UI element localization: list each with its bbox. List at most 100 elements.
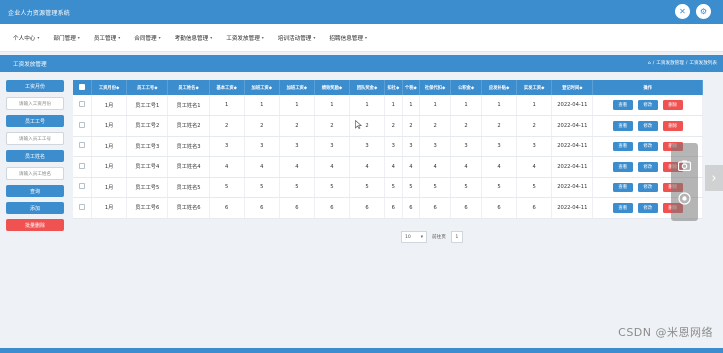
row-checkbox[interactable] [79,101,86,107]
table-cell: 5 [419,177,452,198]
chevron-down-icon: ▾ [158,35,161,40]
column-header[interactable]: 绩效奖励◆ [314,80,350,95]
column-header[interactable]: 登记时间◆ [551,80,594,95]
add-button[interactable]: 添加 [6,202,64,214]
page-size-select[interactable]: 10 ▾ [401,231,427,243]
view-button[interactable]: 查看 [612,182,633,192]
select-all-header[interactable] [73,80,93,95]
delete-button[interactable]: 删除 [662,100,683,110]
table-cell: 1 [384,95,403,116]
view-button[interactable]: 查看 [612,203,633,213]
row-checkbox[interactable] [79,142,86,149]
table-cell: 4 [516,156,553,178]
column-header[interactable]: 员工工号◆ [126,80,169,95]
table-cell: 员工姓名4 [167,156,210,178]
chevron-right-icon[interactable]: › [705,165,723,191]
column-header[interactable]: 工资月份◆ [91,80,128,95]
camera-icon[interactable] [677,158,692,173]
table-cell: 5 [314,177,350,198]
column-header[interactable]: 公积金◆ [450,80,483,95]
menu-item-training[interactable]: 培训活动管理 ▾ [278,34,316,42]
row-checkbox[interactable] [79,183,86,190]
breadcrumb: ⌂ / 工资发放管理 / 工资发放列表 [648,60,717,67]
column-header[interactable]: 实发工资◆ [516,80,553,95]
table-cell: 1 [279,95,315,116]
column-header[interactable]: 基本工资◆ [209,80,245,95]
page-number-input[interactable]: 1 [450,231,463,243]
row-select-cell[interactable] [73,115,93,137]
home-icon[interactable]: ⌂ [648,61,651,66]
delete-button[interactable]: 删除 [662,121,683,131]
select-all-checkbox[interactable] [79,83,86,90]
batch-delete-button[interactable]: 批量删除 [6,219,64,231]
menu-item-attendance[interactable]: 考勤信息管理 ▾ [175,34,213,42]
row-select-cell[interactable] [73,177,93,198]
table-cell: 1月 [91,177,128,198]
edit-button[interactable]: 修改 [637,121,658,131]
table-cell: 2 [384,115,403,137]
table-cell: 2022-04-11 [551,156,594,178]
menu-item-employee[interactable]: 员工管理 ▾ [94,34,120,42]
table-cell: 6 [209,197,245,219]
row-checkbox[interactable] [79,203,86,210]
view-button[interactable]: 查看 [612,121,633,131]
search-button[interactable]: 查询 [6,185,64,197]
column-header[interactable]: 团队奖金◆ [349,80,386,95]
chevron-down-icon: ▾ [118,35,121,40]
table-cell: 5 [209,177,245,198]
menu-item-label: 工资发放管理 [226,35,260,42]
edit-button[interactable]: 修改 [637,141,658,151]
row-select-cell[interactable] [73,156,93,178]
row-checkbox[interactable] [79,162,86,169]
table-cell: 员工姓名3 [167,136,210,157]
table-cell: 5 [402,177,421,198]
goto-label: 前往页 [432,235,446,240]
month-input[interactable]: 请输入工资月份 [6,97,64,110]
column-header[interactable]: 个税◆ [402,80,421,95]
menu-item-department[interactable]: 部门管理 ▾ [53,34,79,42]
column-header[interactable]: 加班工资◆ [244,80,280,95]
filter-panel: 工资月份 请输入工资月份 员工工号 请输入员工工号 员工姓名 请输入员工姓名 查… [6,80,64,231]
row-select-cell[interactable] [73,197,93,219]
breadcrumb-item[interactable]: 工资发放管理 [656,60,684,66]
table-cell: 2 [516,115,553,137]
view-button[interactable]: 查看 [612,162,633,172]
table-cell: 3 [419,136,452,157]
chevron-down-icon: ▾ [37,35,40,40]
view-button[interactable]: 查看 [612,100,633,110]
view-button[interactable]: 查看 [612,141,633,151]
table-row: 1月员工工号3员工姓名3333333333332022-04-11查看修改删除 [73,136,703,157]
lens-icon[interactable] [677,191,692,206]
edit-button[interactable]: 修改 [637,203,658,213]
employee-name-label: 员工姓名 [6,150,64,162]
table-cell: 6 [314,197,350,219]
menu-item-salary[interactable]: 工资发放管理 ▾ [226,34,264,42]
edit-button[interactable]: 修改 [637,162,658,172]
table-cell: 6 [349,197,386,219]
edit-button[interactable]: 修改 [637,182,658,192]
column-header[interactable]: 加班工资◆ [279,80,315,95]
menu-item-contract[interactable]: 合同管理 ▾ [134,34,160,42]
table-cell: 4 [244,156,280,178]
row-checkbox[interactable] [79,121,86,128]
month-label: 工资月份 [6,80,64,92]
table-cell: 2022-04-11 [551,136,594,157]
row-select-cell[interactable] [73,95,93,116]
table-cell: 1 [244,95,280,116]
table-row: 1月员工工号4员工姓名4444444444442022-04-11查看修改删除 [73,156,703,178]
row-select-cell[interactable] [73,136,93,157]
employee-name-input[interactable]: 请输入员工姓名 [6,167,64,180]
employee-no-input[interactable]: 请输入员工工号 [6,132,64,145]
edit-button[interactable]: 修改 [637,100,658,110]
column-header[interactable]: 应发补贴◆ [481,80,518,95]
column-header[interactable]: 扣社◆ [384,80,403,95]
app-title: 企业人力资源管理系统 [8,10,71,17]
close-icon[interactable]: ✕ [675,4,690,19]
menu-item-personal[interactable]: 个人中心 ▾ [13,34,39,42]
gear-icon[interactable]: ⚙ [696,4,711,19]
column-header[interactable]: 员工姓名◆ [167,80,210,95]
column-header[interactable]: 社保代扣◆ [419,80,452,95]
page-size-value: 10 [405,234,411,240]
menu-item-recruitment[interactable]: 招聘信息管理 ▾ [329,34,367,42]
row-actions: 查看修改删除 [592,115,703,137]
